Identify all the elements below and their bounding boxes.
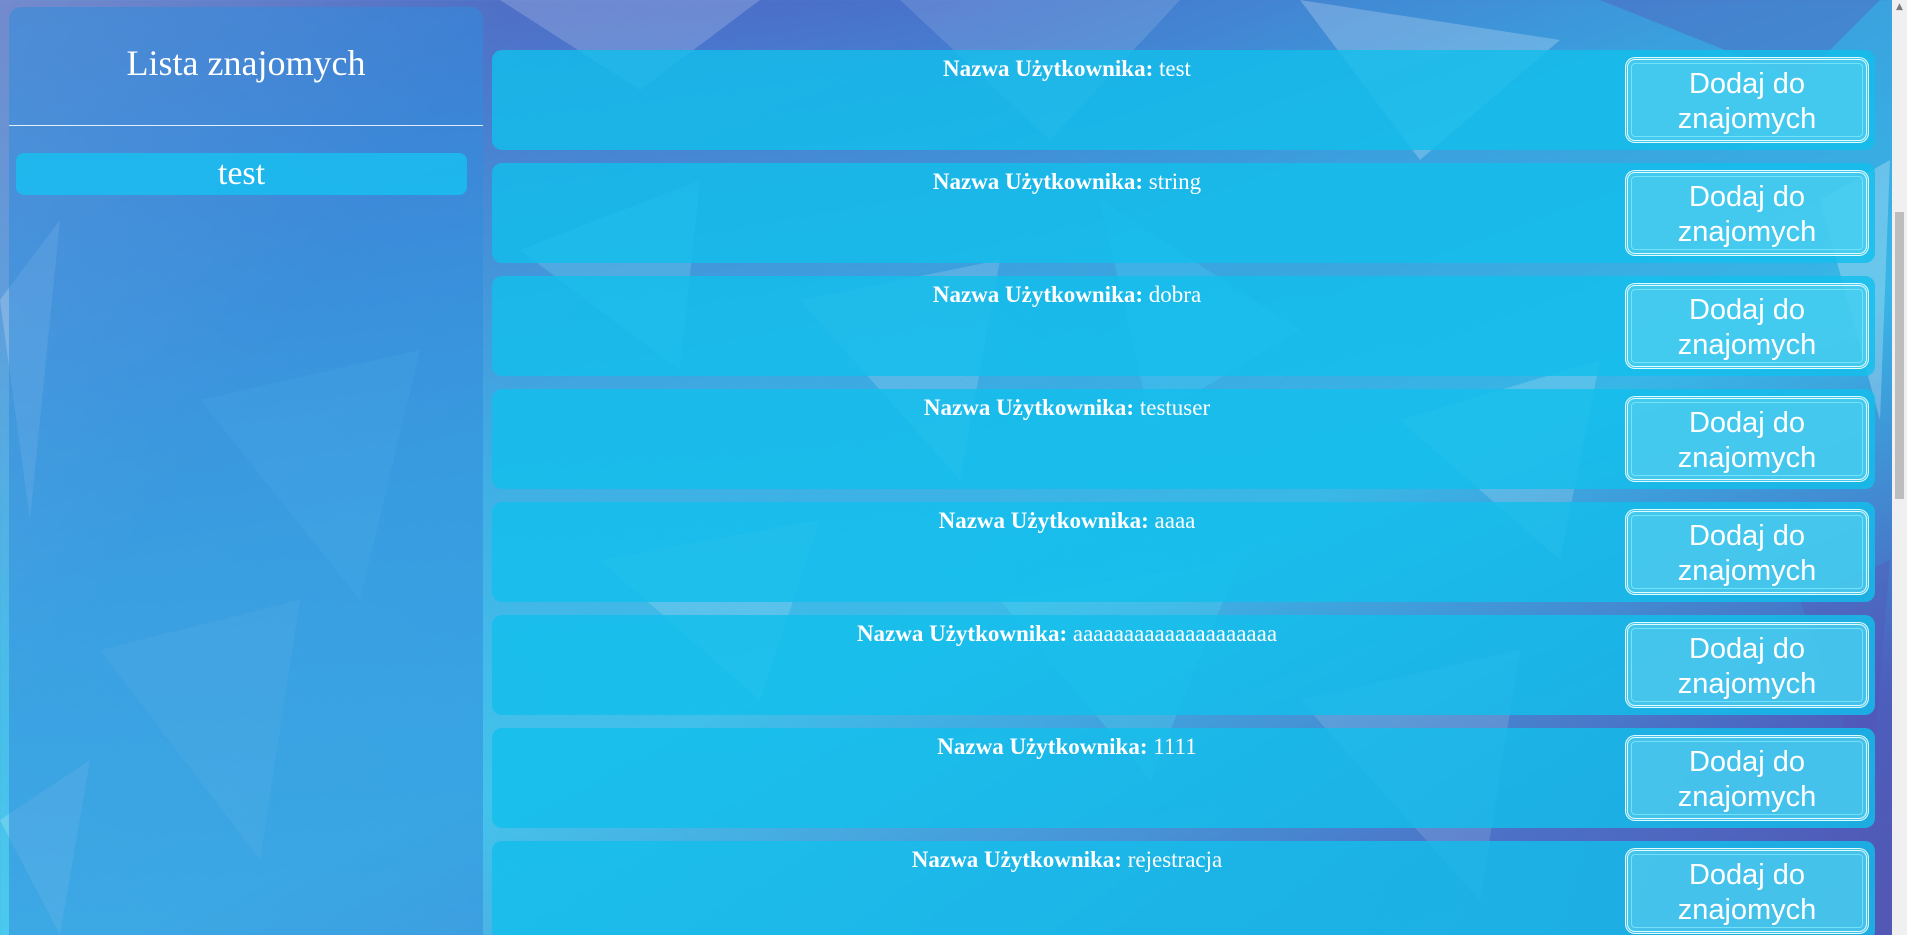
user-card: Nazwa Użytkownika: test Dodaj do znajomy… <box>492 50 1875 150</box>
username-label: Nazwa Użytkownika: <box>856 621 1068 646</box>
username-value: aaaaaaaaaaaaaaaaaaaa <box>1072 621 1278 646</box>
username-label: Nazwa Użytkownika: <box>932 282 1144 307</box>
username-label: Nazwa Użytkownika: <box>923 395 1135 420</box>
username-value: aaaa <box>1154 508 1196 533</box>
add-friend-button[interactable]: Dodaj do znajomych <box>1625 622 1869 708</box>
add-friend-button[interactable]: Dodaj do znajomych <box>1625 735 1869 821</box>
user-card: Nazwa Użytkownika: testuser Dodaj do zna… <box>492 389 1875 489</box>
user-info: Nazwa Użytkownika: aaaaaaaaaaaaaaaaaaaa <box>492 621 1642 647</box>
user-card: Nazwa Użytkownika: aaaaaaaaaaaaaaaaaaaa … <box>492 615 1875 715</box>
user-card: Nazwa Użytkownika: dobra Dodaj do znajom… <box>492 276 1875 376</box>
scroll-up-icon[interactable]: ▲ <box>1892 0 1907 15</box>
username-value: 1111 <box>1153 734 1197 759</box>
add-friend-button[interactable]: Dodaj do znajomych <box>1625 170 1869 256</box>
scrollbar-thumb[interactable] <box>1895 212 1904 499</box>
username-value: rejestracja <box>1127 847 1223 872</box>
username-label: Nazwa Użytkownika: <box>938 508 1149 533</box>
username-value: test <box>1159 56 1191 81</box>
username-value: testuser <box>1139 395 1211 420</box>
add-friend-button[interactable]: Dodaj do znajomych <box>1625 509 1869 595</box>
user-info: Nazwa Użytkownika: aaaa <box>492 508 1642 534</box>
friends-list-title: Lista znajomych <box>126 43 366 83</box>
username-label: Nazwa Użytkownika: <box>911 847 1122 872</box>
user-info: Nazwa Użytkownika: dobra <box>492 282 1642 308</box>
username-value: string <box>1148 169 1202 194</box>
user-card: Nazwa Użytkownika: 1111 Dodaj do znajomy… <box>492 728 1875 828</box>
sidebar-divider <box>9 125 483 126</box>
user-card: Nazwa Użytkownika: aaaa Dodaj do znajomy… <box>492 502 1875 602</box>
username-value: dobra <box>1148 282 1202 307</box>
user-info: Nazwa Użytkownika: string <box>492 169 1642 195</box>
username-label: Nazwa Użytkownika: <box>932 169 1144 194</box>
username-label: Nazwa Użytkownika: <box>937 734 1148 759</box>
add-friend-button[interactable]: Dodaj do znajomych <box>1625 283 1869 369</box>
add-friend-button[interactable]: Dodaj do znajomych <box>1625 396 1869 482</box>
user-list: Nazwa Użytkownika: test Dodaj do znajomy… <box>492 50 1875 935</box>
username-label: Nazwa Użytkownika: <box>943 56 1154 81</box>
friend-item[interactable]: test <box>16 153 467 195</box>
user-card: Nazwa Użytkownika: rejestracja Dodaj do … <box>492 841 1875 935</box>
user-info: Nazwa Użytkownika: testuser <box>492 395 1642 421</box>
friends-sidebar: Lista znajomych test <box>9 7 483 935</box>
vertical-scrollbar[interactable]: ▲ <box>1892 0 1907 935</box>
user-card: Nazwa Użytkownika: string Dodaj do znajo… <box>492 163 1875 263</box>
user-info: Nazwa Użytkownika: rejestracja <box>492 847 1642 873</box>
add-friend-button[interactable]: Dodaj do znajomych <box>1625 848 1869 934</box>
add-friend-button[interactable]: Dodaj do znajomych <box>1625 57 1869 143</box>
user-info: Nazwa Użytkownika: test <box>492 56 1642 82</box>
user-info: Nazwa Użytkownika: 1111 <box>492 734 1642 760</box>
